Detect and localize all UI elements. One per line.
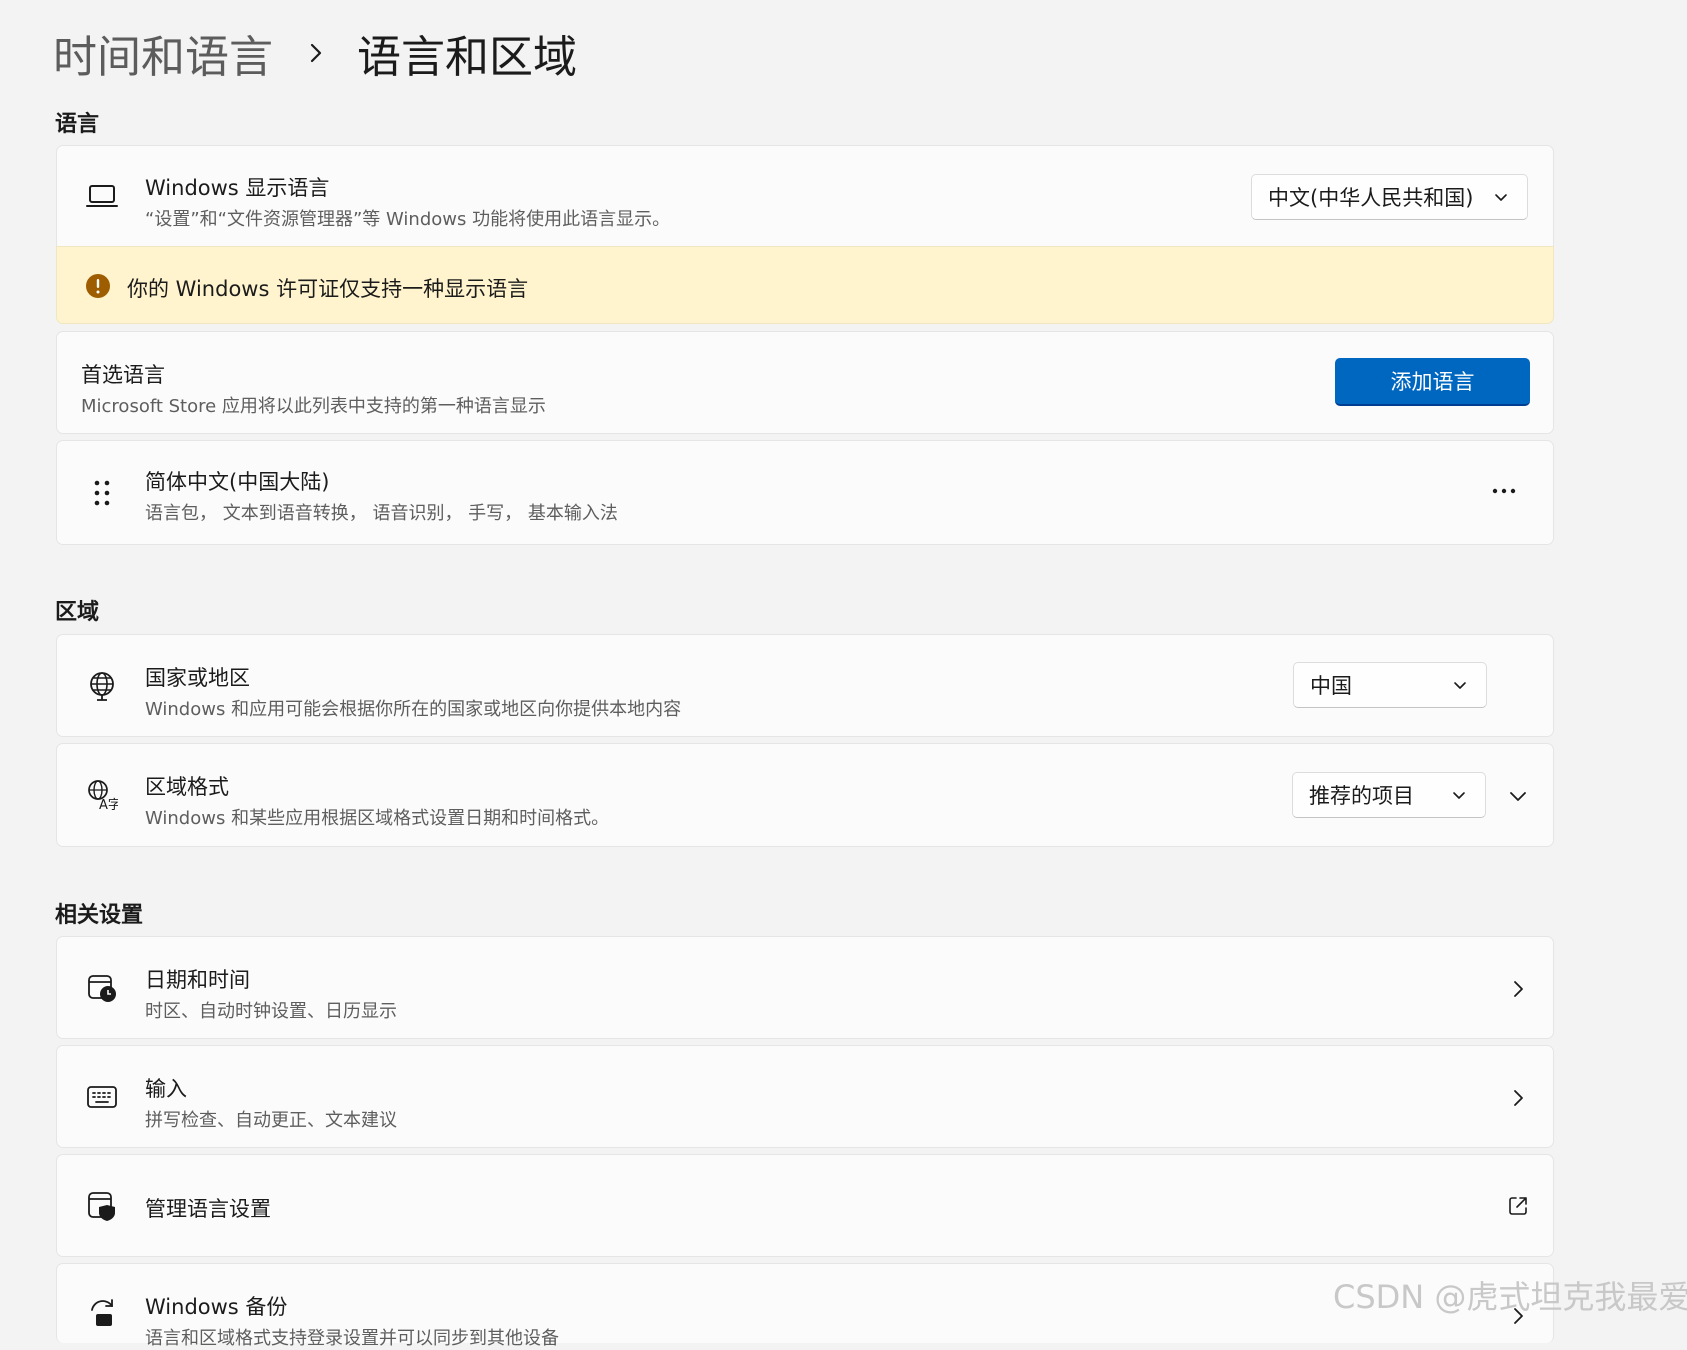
date-time-link[interactable]: 日期和时间 时区、自动时钟设置、日历显示 xyxy=(56,936,1554,1039)
regional-format-dropdown[interactable]: 推荐的项目 xyxy=(1292,772,1486,818)
section-label-region: 区域 xyxy=(55,600,100,625)
globe-text-icon: A字 xyxy=(82,775,122,815)
chevron-down-icon xyxy=(1495,194,1507,201)
laptop-icon xyxy=(82,176,122,216)
chevron-right-icon xyxy=(310,43,322,63)
chevron-right-icon xyxy=(1506,1086,1530,1110)
regional-format-card[interactable]: A字 区域格式 Windows 和某些应用根据区域格式设置日期和时间格式。 推荐… xyxy=(56,743,1554,847)
drag-handle-icon[interactable] xyxy=(82,473,122,513)
preferred-languages-description: Microsoft Store 应用将以此列表中支持的第一种语言显示 xyxy=(81,396,546,417)
admin-language-settings-link[interactable]: 管理语言设置 xyxy=(56,1154,1554,1257)
typing-link[interactable]: 输入 拼写检查、自动更正、文本建议 xyxy=(56,1045,1554,1148)
breadcrumb: 时间和语言 语言和区域 xyxy=(53,20,577,86)
country-region-card: 国家或地区 Windows 和应用可能会根据你所在的国家或地区向你提供本地内容 … xyxy=(56,634,1554,737)
windows-backup-title: Windows 备份 xyxy=(145,1295,288,1319)
country-region-dropdown[interactable]: 中国 xyxy=(1293,662,1487,708)
admin-language-settings-title: 管理语言设置 xyxy=(145,1197,271,1221)
regional-format-title: 区域格式 xyxy=(145,775,229,799)
date-time-description: 时区、自动时钟设置、日历显示 xyxy=(145,1001,397,1022)
more-options-icon[interactable] xyxy=(1489,479,1519,503)
display-language-value: 中文(中华人民共和国) xyxy=(1268,186,1474,210)
language-item-description: 语言包， 文本到语音转换， 语音识别， 手写， 基本输入法 xyxy=(145,503,618,524)
globe-icon xyxy=(82,666,122,706)
typing-title: 输入 xyxy=(145,1077,187,1101)
shield-window-icon xyxy=(82,1186,122,1226)
watermark: CSDN @虎式坦克我最爱 xyxy=(1333,1278,1687,1316)
display-language-card: Windows 显示语言 “设置”和“文件资源管理器”等 Windows 功能将… xyxy=(56,145,1554,247)
chevron-right-icon xyxy=(1506,977,1530,1001)
display-language-description: “设置”和“文件资源管理器”等 Windows 功能将使用此语言显示。 xyxy=(145,209,671,230)
preferred-languages-title: 首选语言 xyxy=(81,363,165,387)
windows-backup-description: 语言和区域格式支持登录设置并可以同步到其他设备 xyxy=(145,1328,559,1349)
regional-format-value: 推荐的项目 xyxy=(1309,784,1414,808)
license-warning-text: 你的 Windows 许可证仅支持一种显示语言 xyxy=(127,277,529,301)
typing-description: 拼写检查、自动更正、文本建议 xyxy=(145,1110,397,1131)
svg-text:A字: A字 xyxy=(99,798,118,811)
date-time-title: 日期和时间 xyxy=(145,968,250,992)
expand-chevron-icon[interactable] xyxy=(1506,784,1530,808)
chevron-down-icon xyxy=(1453,792,1465,799)
external-link-icon xyxy=(1506,1194,1530,1218)
section-label-language: 语言 xyxy=(55,112,100,137)
license-warning-bar: 你的 Windows 许可证仅支持一种显示语言 xyxy=(56,246,1554,324)
language-item-title: 简体中文(中国大陆) xyxy=(145,470,330,494)
display-language-title: Windows 显示语言 xyxy=(145,176,330,200)
country-region-description: Windows 和应用可能会根据你所在的国家或地区向你提供本地内容 xyxy=(145,699,682,720)
breadcrumb-parent[interactable]: 时间和语言 xyxy=(53,21,273,85)
chevron-down-icon xyxy=(1454,682,1466,689)
page-title: 语言和区域 xyxy=(357,32,577,83)
section-label-related: 相关设置 xyxy=(55,903,144,928)
display-language-dropdown[interactable]: 中文(中华人民共和国) xyxy=(1251,174,1528,220)
country-region-value: 中国 xyxy=(1310,674,1352,698)
language-list-item[interactable]: 简体中文(中国大陆) 语言包， 文本到语音转换， 语音识别， 手写， 基本输入法 xyxy=(56,440,1554,545)
calendar-clock-icon xyxy=(82,968,122,1008)
keyboard-icon xyxy=(82,1077,122,1117)
windows-backup-link[interactable]: Windows 备份 语言和区域格式支持登录设置并可以同步到其他设备 xyxy=(56,1263,1554,1349)
warning-icon xyxy=(78,266,118,306)
country-region-title: 国家或地区 xyxy=(145,666,250,690)
sync-icon xyxy=(82,1292,122,1332)
preferred-languages-card: 首选语言 Microsoft Store 应用将以此列表中支持的第一种语言显示 … xyxy=(56,331,1554,434)
regional-format-description: Windows 和某些应用根据区域格式设置日期和时间格式。 xyxy=(145,808,610,829)
add-language-button[interactable]: 添加语言 xyxy=(1335,358,1530,406)
